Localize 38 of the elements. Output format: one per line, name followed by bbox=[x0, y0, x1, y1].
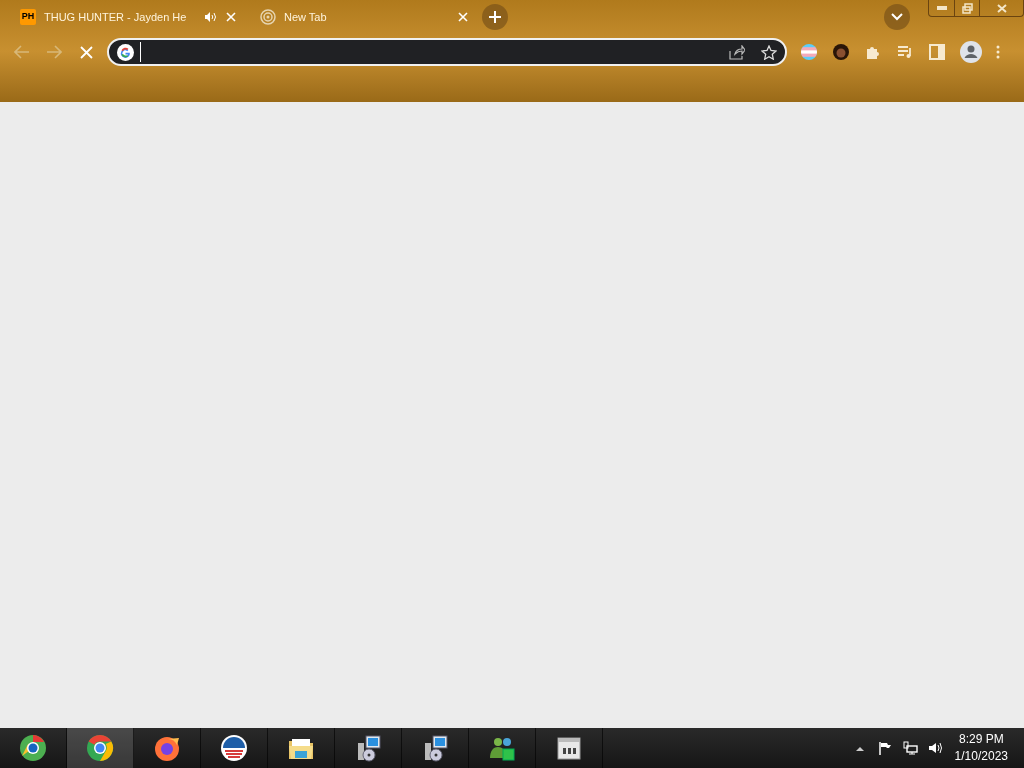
tab-title: New Tab bbox=[284, 9, 328, 25]
chromium-icon bbox=[19, 734, 47, 762]
favicon-icon: PH bbox=[20, 9, 36, 25]
new-tab-button[interactable] bbox=[482, 4, 508, 30]
flag-icon[interactable] bbox=[877, 741, 892, 755]
profile-icon[interactable] bbox=[960, 41, 982, 63]
firefox-icon bbox=[153, 734, 181, 762]
spiral-icon bbox=[260, 9, 276, 25]
volume-icon[interactable] bbox=[927, 741, 943, 755]
tab-search-button[interactable] bbox=[884, 4, 910, 30]
chevron-down-icon bbox=[891, 13, 903, 21]
tab-title: THUG HUNTER - Jayden He bbox=[44, 9, 188, 25]
playlist-icon[interactable] bbox=[897, 45, 913, 59]
close-tab-icon[interactable] bbox=[458, 12, 468, 22]
window-app-icon bbox=[555, 734, 583, 762]
clock[interactable]: 8:29 PM 1/10/2023 bbox=[954, 731, 1008, 765]
stop-icon[interactable] bbox=[80, 45, 93, 59]
browser-tab[interactable]: PH THUG HUNTER - Jayden He bbox=[0, 3, 240, 31]
network-icon[interactable] bbox=[902, 741, 918, 755]
star-icon[interactable] bbox=[761, 44, 777, 60]
flag-extension-icon[interactable] bbox=[801, 44, 817, 60]
close-icon bbox=[996, 3, 1007, 13]
close-tab-icon[interactable] bbox=[226, 12, 236, 22]
clock-date: 1/10/2023 bbox=[954, 748, 1008, 765]
plus-icon bbox=[488, 10, 502, 24]
show-hidden-icon[interactable] bbox=[855, 745, 864, 751]
google-icon bbox=[117, 43, 134, 61]
speaker-icon[interactable] bbox=[205, 12, 216, 22]
puzzle-icon[interactable] bbox=[865, 44, 881, 60]
minimize-icon bbox=[936, 6, 947, 10]
chrome-icon bbox=[86, 734, 114, 762]
address-bar[interactable] bbox=[107, 38, 787, 66]
clock-time: 8:29 PM bbox=[958, 731, 1004, 748]
avatar-extension-icon[interactable] bbox=[833, 44, 849, 60]
logo-icon bbox=[220, 734, 248, 762]
restore-icon bbox=[961, 2, 973, 14]
share-icon[interactable] bbox=[729, 44, 745, 60]
taskbar-button[interactable] bbox=[67, 728, 134, 768]
